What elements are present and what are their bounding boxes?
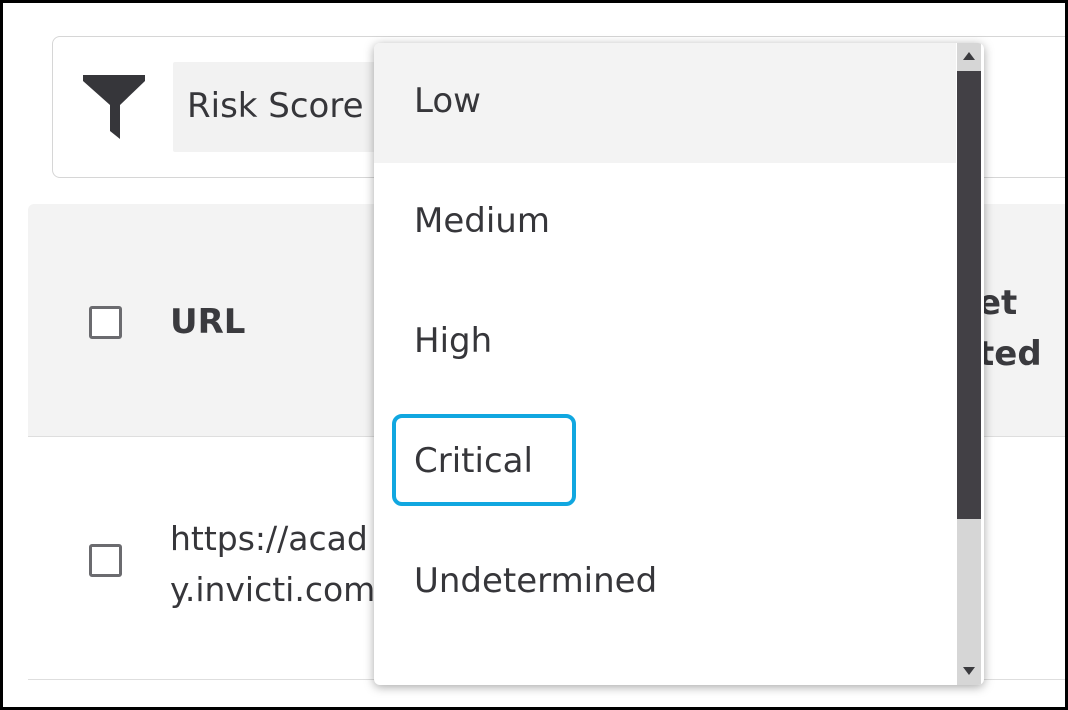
url-column-header[interactable]: URL bbox=[170, 302, 245, 342]
option-undetermined[interactable]: Undetermined bbox=[374, 523, 956, 643]
option-medium[interactable]: Medium bbox=[374, 163, 956, 283]
option-low[interactable]: Low bbox=[374, 43, 956, 163]
risk-score-dropdown: Low Medium High Critical Undetermined bbox=[374, 43, 984, 685]
option-label: Critical bbox=[414, 441, 533, 481]
option-label: Medium bbox=[414, 201, 550, 241]
select-all-checkbox[interactable] bbox=[89, 306, 122, 339]
dropdown-scrollbar[interactable] bbox=[957, 43, 981, 685]
option-label: High bbox=[414, 321, 493, 361]
scroll-down-arrow-icon[interactable] bbox=[963, 667, 975, 675]
risk-score-filter-chip[interactable]: Risk Score bbox=[173, 62, 403, 152]
risk-score-chip-label: Risk Score bbox=[187, 86, 364, 126]
row-checkbox[interactable] bbox=[89, 544, 122, 577]
scroll-up-arrow-icon[interactable] bbox=[963, 52, 975, 60]
option-critical[interactable]: Critical bbox=[374, 403, 956, 523]
scroll-thumb[interactable] bbox=[957, 71, 981, 519]
option-label: Low bbox=[414, 81, 481, 121]
option-high[interactable]: High bbox=[374, 283, 956, 403]
filter-funnel-icon[interactable] bbox=[83, 75, 145, 139]
option-label: Undetermined bbox=[414, 561, 658, 601]
